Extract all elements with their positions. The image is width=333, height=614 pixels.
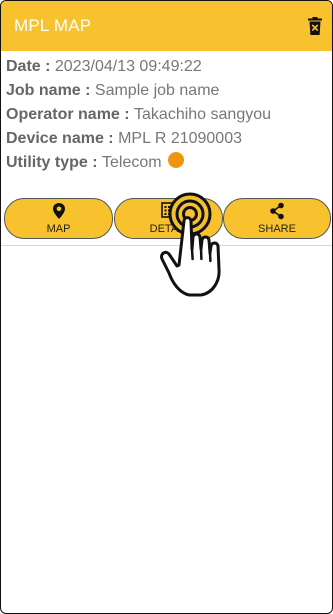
operator-name-label: Operator name : — [6, 106, 135, 123]
map-button[interactable]: MAP — [4, 198, 113, 239]
app-bar: MPL MAP — [1, 1, 332, 51]
map-pin-icon — [52, 203, 65, 219]
job-name-row: Job name : Sample job name — [6, 79, 271, 103]
share-button-label: SHARE — [258, 223, 296, 235]
utility-type-value: Telecom — [102, 154, 162, 171]
share-button[interactable]: SHARE — [223, 198, 331, 239]
trash-icon[interactable] — [308, 17, 322, 35]
device-name-value: MPL R 21090003 — [118, 130, 242, 147]
operator-name-value: Takachiho sangyou — [134, 106, 272, 123]
utility-color-dot — [167, 152, 184, 168]
utility-type-row: Utility type : Telecom — [6, 151, 271, 175]
map-button-label: MAP — [46, 223, 71, 235]
operator-name-row: Operator name : Takachiho sangyou — [6, 103, 271, 127]
date-value: 2023/04/13 09:49:22 — [54, 58, 202, 75]
share-icon — [270, 202, 284, 220]
date-row: Date : 2023/04/13 09:49:22 — [6, 55, 271, 79]
app-title: MPL MAP — [14, 16, 92, 35]
record-info: Date : 2023/04/13 09:49:22 Job name : Sa… — [6, 55, 271, 175]
app-screen: MPL MAP Date : 2023/04/13 09:49:22 Job n… — [0, 0, 333, 614]
utility-type-label: Utility type : — [6, 154, 103, 171]
device-name-label: Device name : — [6, 130, 119, 147]
job-name-label: Job name : — [6, 82, 95, 99]
date-label: Date : — [6, 58, 55, 75]
device-name-row: Device name : MPL R 21090003 — [6, 127, 271, 151]
job-name-value: Sample job name — [94, 82, 220, 99]
tap-gesture-hand-icon — [160, 192, 221, 297]
